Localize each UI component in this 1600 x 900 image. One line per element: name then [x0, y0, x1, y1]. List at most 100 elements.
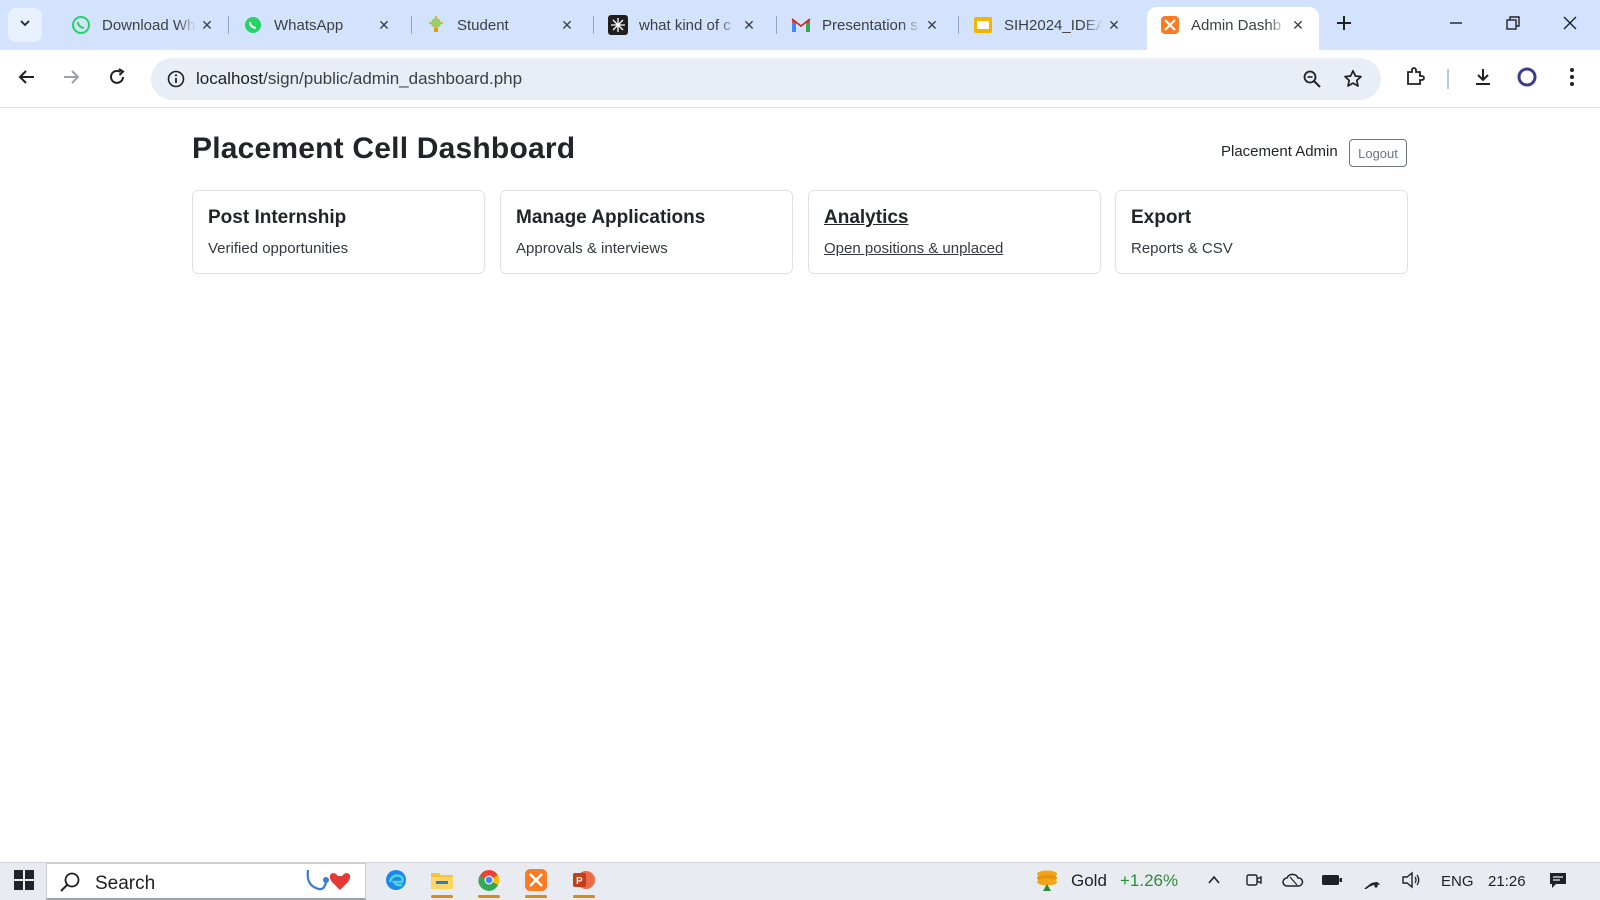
tab-whatsapp[interactable]: WhatsApp ✕ — [230, 8, 405, 42]
tab-title: WhatsApp — [274, 16, 344, 34]
minimize-button[interactable] — [1428, 0, 1484, 50]
profile-button[interactable] — [1510, 62, 1544, 96]
widget-change: +1.26% — [1120, 871, 1179, 890]
card-subtitle: Approvals & interviews — [516, 240, 668, 257]
close-window-button[interactable] — [1542, 0, 1598, 50]
taskbar-edge[interactable] — [378, 866, 414, 898]
taskbar-search[interactable]: Search — [46, 863, 366, 900]
tab-search-button[interactable] — [8, 8, 42, 42]
forward-button[interactable] — [54, 62, 88, 96]
info-icon[interactable] — [165, 68, 187, 90]
battery-icon[interactable] — [1321, 869, 1343, 891]
chatgpt-icon — [607, 14, 629, 36]
tab-title: Presentation s — [822, 16, 918, 34]
tab-title: SIH2024_IDEA — [1004, 16, 1103, 34]
more-vert-icon — [1569, 67, 1575, 92]
card-title: Export — [1131, 207, 1192, 228]
search-icon — [59, 871, 81, 898]
new-tab-button[interactable] — [1330, 11, 1358, 39]
tab-slides[interactable]: SIH2024_IDEA ✕ — [960, 8, 1135, 42]
back-button[interactable] — [10, 62, 44, 96]
close-icon[interactable]: ✕ — [196, 14, 218, 36]
running-indicator — [573, 895, 595, 898]
tab-admin-dashboard[interactable]: Admin Dashb ✕ — [1147, 7, 1319, 50]
language-indicator[interactable]: ENG — [1441, 873, 1474, 890]
onedrive-icon[interactable] — [1282, 869, 1304, 891]
tab-gmail[interactable]: Presentation s ✕ — [778, 8, 953, 42]
toolbar-divider — [1447, 69, 1449, 89]
tab-chatgpt[interactable]: what kind of c ✕ — [595, 8, 770, 42]
card-manage-applications[interactable]: Manage Applications Approvals & intervie… — [500, 190, 793, 274]
tab-separator — [776, 16, 777, 34]
card-subtitle: Verified opportunities — [208, 240, 349, 257]
card-analytics[interactable]: Analytics Open positions & unplaced — [808, 190, 1101, 274]
close-icon — [1562, 15, 1578, 36]
address-url[interactable]: localhost/sign/public/admin_dashboard.ph… — [196, 69, 522, 89]
widget-label: Gold — [1071, 871, 1107, 890]
zoom-icon[interactable] — [1300, 67, 1324, 91]
address-bar[interactable]: localhost/sign/public/admin_dashboard.ph… — [151, 58, 1381, 100]
restore-button[interactable] — [1485, 0, 1541, 50]
tab-separator — [411, 16, 412, 34]
logout-button[interactable]: Logout — [1349, 139, 1407, 167]
page-title: Placement Cell Dashboard — [192, 132, 576, 165]
extensions-button[interactable] — [1398, 62, 1432, 96]
running-indicator — [478, 895, 500, 898]
gmail-icon — [790, 14, 812, 36]
tab-separator — [593, 16, 594, 34]
card-export[interactable]: Export Reports & CSV — [1115, 190, 1408, 274]
tab-student[interactable]: Student ✕ — [413, 8, 588, 42]
close-icon[interactable]: ✕ — [921, 14, 943, 36]
tab-title: what kind of c — [639, 16, 731, 34]
meet-now-icon[interactable] — [1243, 869, 1265, 891]
taskbar-chrome[interactable] — [471, 866, 507, 898]
close-icon[interactable]: ✕ — [556, 14, 578, 36]
start-button[interactable] — [8, 866, 40, 898]
downloads-button[interactable] — [1466, 62, 1500, 96]
tab-title: Admin Dashb — [1191, 16, 1282, 34]
arrow-right-icon — [62, 68, 80, 91]
tab-separator — [958, 16, 959, 34]
wifi-icon[interactable] — [1361, 869, 1383, 891]
card-post-internship[interactable]: Post Internship Verified opportunities — [192, 190, 485, 274]
edge-icon — [384, 868, 408, 897]
whatsapp-icon — [242, 14, 264, 36]
slides-icon — [972, 14, 994, 36]
gold-coins-icon — [1033, 866, 1061, 899]
notifications-icon[interactable] — [1547, 869, 1569, 891]
tab-separator — [228, 16, 229, 34]
tab-title: Download Wh — [102, 16, 196, 34]
windows-icon — [13, 869, 35, 896]
powerpoint-icon: P — [572, 868, 596, 897]
taskbar-xampp[interactable] — [518, 866, 554, 898]
url-host: localhost — [196, 69, 264, 88]
arrow-left-icon — [18, 68, 36, 91]
card-title: Manage Applications — [516, 207, 706, 228]
taskbar-widget[interactable] — [1030, 866, 1064, 898]
volume-icon[interactable] — [1400, 869, 1422, 891]
clock[interactable]: 21:26 — [1488, 873, 1526, 890]
plus-icon — [1335, 11, 1353, 39]
card-subtitle: Open positions & unplaced — [824, 240, 1004, 257]
close-icon[interactable]: ✕ — [373, 14, 395, 36]
bookmark-star-icon[interactable] — [1341, 67, 1365, 91]
menu-button[interactable] — [1555, 62, 1589, 96]
restore-icon — [1506, 15, 1520, 35]
running-indicator — [431, 895, 453, 898]
taskbar-powerpoint[interactable]: P — [566, 866, 602, 898]
card-title: Post Internship — [208, 207, 347, 228]
card-title: Analytics — [824, 207, 909, 228]
close-icon[interactable]: ✕ — [1103, 14, 1125, 36]
close-icon[interactable]: ✕ — [738, 14, 760, 36]
tab-title: Student — [457, 16, 509, 34]
taskbar-file-explorer[interactable] — [424, 866, 460, 898]
minimize-icon — [1449, 16, 1463, 35]
close-icon[interactable]: ✕ — [1287, 14, 1309, 36]
running-indicator — [525, 895, 547, 898]
tab-strip: Download Wh ✕ WhatsApp ✕ Student ✕ what … — [0, 0, 1600, 50]
chevron-up-icon[interactable] — [1203, 869, 1225, 891]
stethoscope-heart-icon — [302, 866, 362, 900]
tab-download-whatsapp[interactable]: Download Wh ✕ — [58, 8, 228, 42]
reload-button[interactable] — [100, 62, 134, 96]
xampp-icon — [524, 868, 548, 897]
